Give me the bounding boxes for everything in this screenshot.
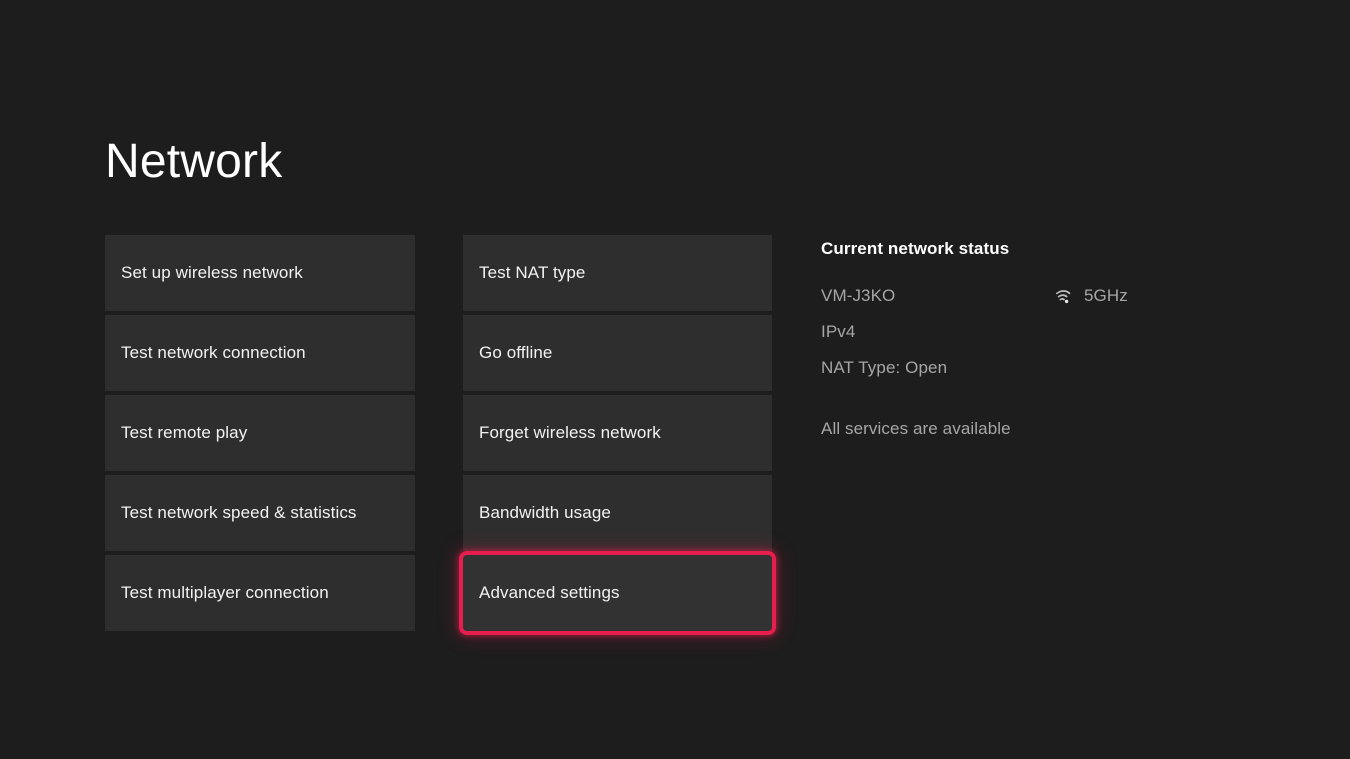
status-panel-heading: Current network status (821, 239, 1010, 258)
tile-test-network-speed-statistics[interactable]: Test network speed & statistics (105, 475, 415, 551)
tile-column-left: Set up wireless network Test network con… (105, 235, 415, 631)
tile-label: Set up wireless network (121, 263, 303, 282)
tile-label: Forget wireless network (479, 423, 661, 442)
tile-test-nat-type[interactable]: Test NAT type (463, 235, 772, 311)
tile-go-offline[interactable]: Go offline (463, 315, 772, 391)
tile-label: Test network connection (121, 343, 306, 362)
tile-label: Test remote play (121, 423, 248, 442)
wifi-icon (1055, 287, 1077, 304)
tile-advanced-settings[interactable]: Advanced settings (463, 555, 772, 631)
status-row-services: All services are available (821, 416, 1221, 441)
network-settings-screen: Network Set up wireless network Test net… (0, 0, 1350, 759)
tile-test-multiplayer-connection[interactable]: Test multiplayer connection (105, 555, 415, 631)
page-title: Network (105, 135, 283, 188)
tile-forget-wireless-network[interactable]: Forget wireless network (463, 395, 772, 471)
current-network-status-panel: Current network status VM-J3KO 5GHz IPv4… (821, 239, 1221, 452)
tile-test-remote-play[interactable]: Test remote play (105, 395, 415, 471)
network-name-value: VM-J3KO (821, 285, 896, 305)
tile-test-network-connection[interactable]: Test network connection (105, 315, 415, 391)
ip-version-value: IPv4 (821, 321, 856, 341)
tile-label: Bandwidth usage (479, 503, 611, 522)
signal-strength-group: 5GHz (1055, 286, 1128, 306)
tile-bandwidth-usage[interactable]: Bandwidth usage (463, 475, 772, 551)
status-row-nat-type: NAT Type: Open (821, 355, 1221, 380)
tile-label: Go offline (479, 343, 553, 362)
tile-column-middle: Test NAT type Go offline Forget wireless… (463, 235, 772, 631)
nat-type-value: NAT Type: Open (821, 357, 948, 377)
services-availability-value: All services are available (821, 418, 1011, 438)
tile-label: Advanced settings (479, 583, 620, 602)
signal-band-value: 5GHz (1084, 285, 1128, 305)
tile-label: Test multiplayer connection (121, 583, 329, 602)
status-row-ip-version: IPv4 (821, 319, 1221, 344)
tile-set-up-wireless-network[interactable]: Set up wireless network (105, 235, 415, 311)
status-row-network-name: VM-J3KO 5GHz (821, 283, 1221, 308)
tile-label: Test network speed & statistics (121, 503, 357, 522)
tile-label: Test NAT type (479, 263, 586, 282)
